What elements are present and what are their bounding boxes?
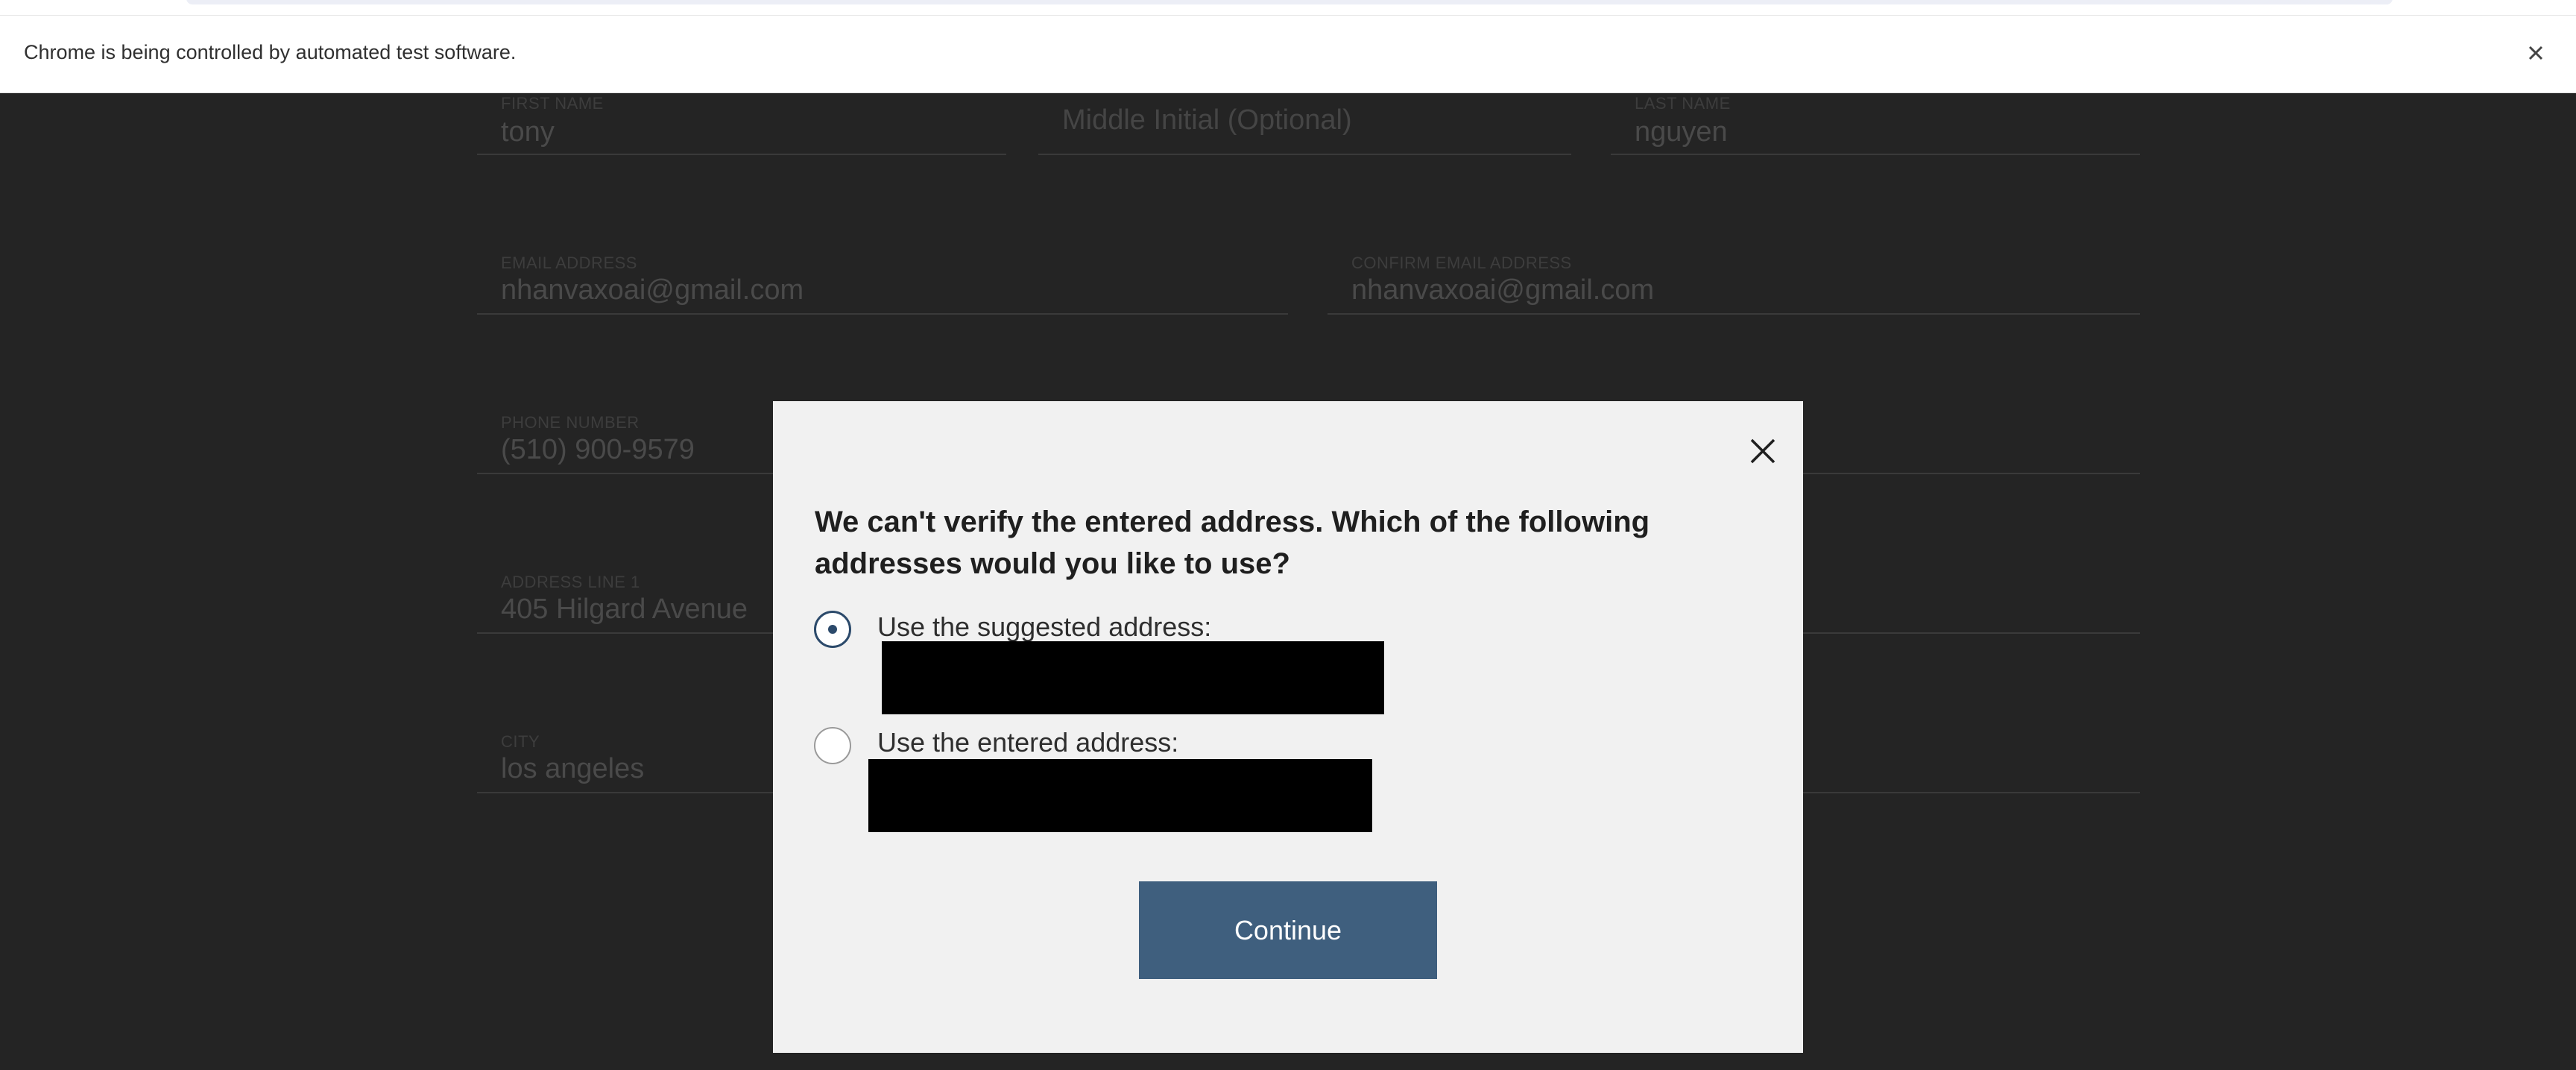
- suggested-address-redacted: [882, 641, 1384, 714]
- entered-address-redacted: [868, 759, 1372, 832]
- modal-close-button[interactable]: [1746, 434, 1780, 468]
- confirm-email-label: CONFIRM EMAIL ADDRESS: [1351, 254, 1572, 272]
- entered-address-label[interactable]: Use the entered address:: [877, 727, 1178, 758]
- email-field[interactable]: EMAIL ADDRESS nhanvaxoai@gmail.com: [477, 251, 1288, 315]
- radio-selected-dot: [828, 625, 837, 634]
- first-name-value: tony: [501, 116, 555, 148]
- first-name-field[interactable]: FIRST NAME tony: [477, 94, 1006, 155]
- address-line-1-value: 405 Hilgard Avenue: [501, 594, 748, 625]
- city-label: CITY: [501, 732, 540, 751]
- middle-initial-field[interactable]: Middle Initial (Optional): [1038, 94, 1571, 155]
- automation-infobar: Chrome is being controlled by automated …: [0, 15, 2576, 93]
- city-value: los angeles: [501, 753, 645, 784]
- middle-initial-placeholder: Middle Initial (Optional): [1062, 104, 1352, 136]
- modal-title: We can't verify the entered address. Whi…: [815, 506, 1650, 580]
- continue-button[interactable]: Continue: [1139, 881, 1437, 979]
- last-name-field[interactable]: LAST NAME nguyen: [1611, 94, 2140, 155]
- close-icon: [1750, 438, 1775, 464]
- email-label: EMAIL ADDRESS: [501, 254, 637, 272]
- browser-tab-strip: [186, 0, 2393, 4]
- phone-number-label: PHONE NUMBER: [501, 413, 640, 432]
- phone-number-value: (510) 900-9579: [501, 434, 695, 465]
- address-line-1-label: ADDRESS LINE 1: [501, 573, 640, 591]
- confirm-email-field[interactable]: CONFIRM EMAIL ADDRESS nhanvaxoai@gmail.c…: [1328, 251, 2140, 315]
- first-name-label: FIRST NAME: [501, 94, 604, 113]
- close-icon: [2528, 45, 2543, 60]
- last-name-label: LAST NAME: [1635, 94, 1731, 113]
- last-name-value: nguyen: [1635, 116, 1728, 148]
- infobar-close-button[interactable]: [2521, 38, 2551, 68]
- suggested-address-radio[interactable]: [814, 611, 851, 648]
- entered-address-radio[interactable]: [814, 727, 851, 764]
- address-verification-modal: We can't verify the entered address. Whi…: [773, 401, 1803, 1053]
- confirm-email-value: nhanvaxoai@gmail.com: [1351, 274, 1655, 306]
- suggested-address-label[interactable]: Use the suggested address:: [877, 611, 1211, 643]
- email-value: nhanvaxoai@gmail.com: [501, 274, 804, 306]
- infobar-message: Chrome is being controlled by automated …: [24, 41, 517, 63]
- browser-top-strip: [0, 0, 2576, 15]
